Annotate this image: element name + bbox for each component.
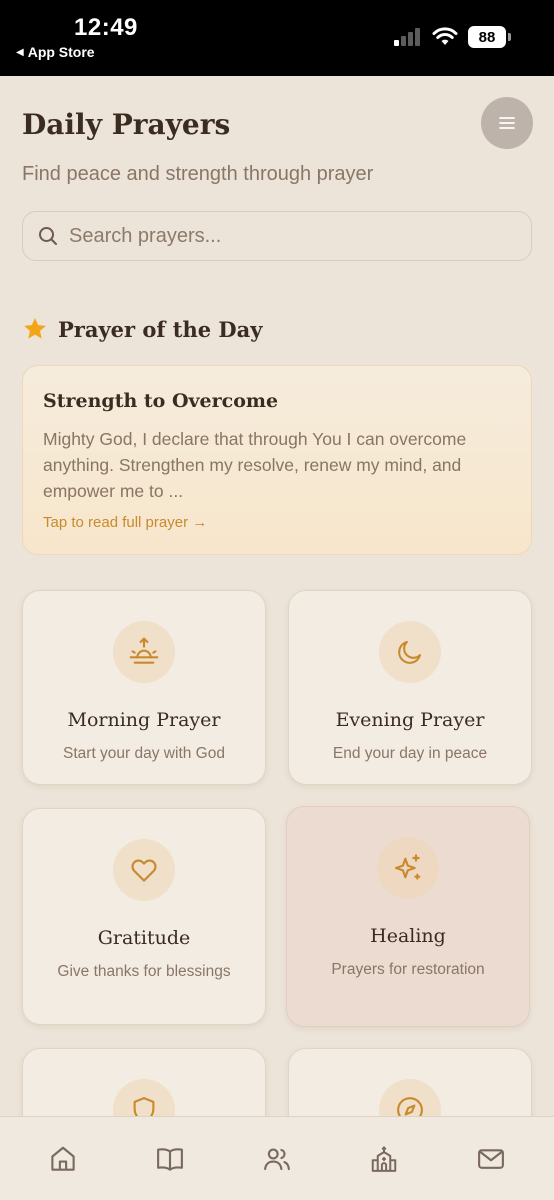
read-full-prayer-link[interactable]: Tap to read full prayer → — [43, 514, 511, 531]
back-label: App Store — [27, 44, 95, 60]
nav-community[interactable] — [261, 1143, 293, 1175]
church-icon — [371, 1146, 397, 1172]
heart-icon — [131, 859, 157, 882]
prayer-of-day-card[interactable]: Strength to Overcome Mighty God, I decla… — [22, 365, 532, 555]
back-to-app-store[interactable]: ◀ App Store — [16, 44, 95, 60]
nav-prayers[interactable] — [154, 1143, 186, 1175]
search-box[interactable] — [22, 211, 532, 261]
page-title: Daily Prayers — [22, 108, 231, 141]
mail-icon — [478, 1149, 504, 1169]
sparkles-icon — [394, 854, 421, 880]
card-title: Gratitude — [97, 927, 191, 949]
section-title: Prayer of the Day — [58, 316, 263, 342]
card-description: Give thanks for blessings — [57, 963, 231, 980]
featured-prayer-title: Strength to Overcome — [43, 390, 279, 412]
star-icon — [24, 317, 46, 339]
category-card-healing[interactable]: Healing Prayers for restoration — [286, 806, 530, 1027]
category-card-morning[interactable]: Morning Prayer Start your day with God — [22, 590, 266, 785]
card-icon-circle — [113, 621, 175, 683]
status-time: 12:49 — [74, 14, 138, 41]
menu-button[interactable] — [481, 97, 533, 149]
card-icon-circle — [379, 621, 441, 683]
card-description: Prayers for restoration — [331, 961, 485, 978]
nav-home[interactable] — [47, 1143, 79, 1175]
status-bar: 12:49 ◀ App Store 88 — [0, 0, 554, 76]
search-input[interactable] — [59, 212, 531, 260]
category-card-evening[interactable]: Evening Prayer End your day in peace — [288, 590, 532, 785]
search-icon — [39, 227, 57, 245]
card-description: End your day in peace — [332, 745, 488, 762]
featured-prayer-excerpt: Mighty God, I declare that through You I… — [43, 429, 467, 501]
moon-icon — [398, 640, 422, 664]
wifi-icon — [432, 27, 458, 45]
card-title: Healing — [370, 925, 446, 947]
menu-icon — [499, 117, 515, 129]
sunrise-icon — [129, 637, 159, 664]
book-icon — [157, 1148, 183, 1171]
category-card-gratitude[interactable]: Gratitude Give thanks for blessings — [22, 808, 266, 1025]
nav-church[interactable] — [368, 1143, 400, 1175]
card-icon-circle — [113, 839, 175, 901]
back-arrow-icon: ◀ — [16, 46, 24, 58]
home-icon — [51, 1146, 75, 1171]
bottom-navigation — [0, 1116, 554, 1200]
card-title: Evening Prayer — [335, 709, 485, 731]
users-icon — [264, 1148, 290, 1171]
nav-messages[interactable] — [475, 1143, 507, 1175]
card-description: Start your day with God — [63, 745, 225, 762]
page-subtitle: Find peace and strength through prayer — [22, 163, 374, 185]
card-title: Morning Prayer — [67, 709, 221, 731]
battery-indicator: 88 — [468, 26, 511, 48]
signal-icon — [394, 28, 420, 46]
prayer-of-day-heading: Prayer of the Day — [22, 316, 262, 342]
card-icon-circle — [377, 837, 439, 899]
status-icons: 88 — [394, 26, 511, 48]
